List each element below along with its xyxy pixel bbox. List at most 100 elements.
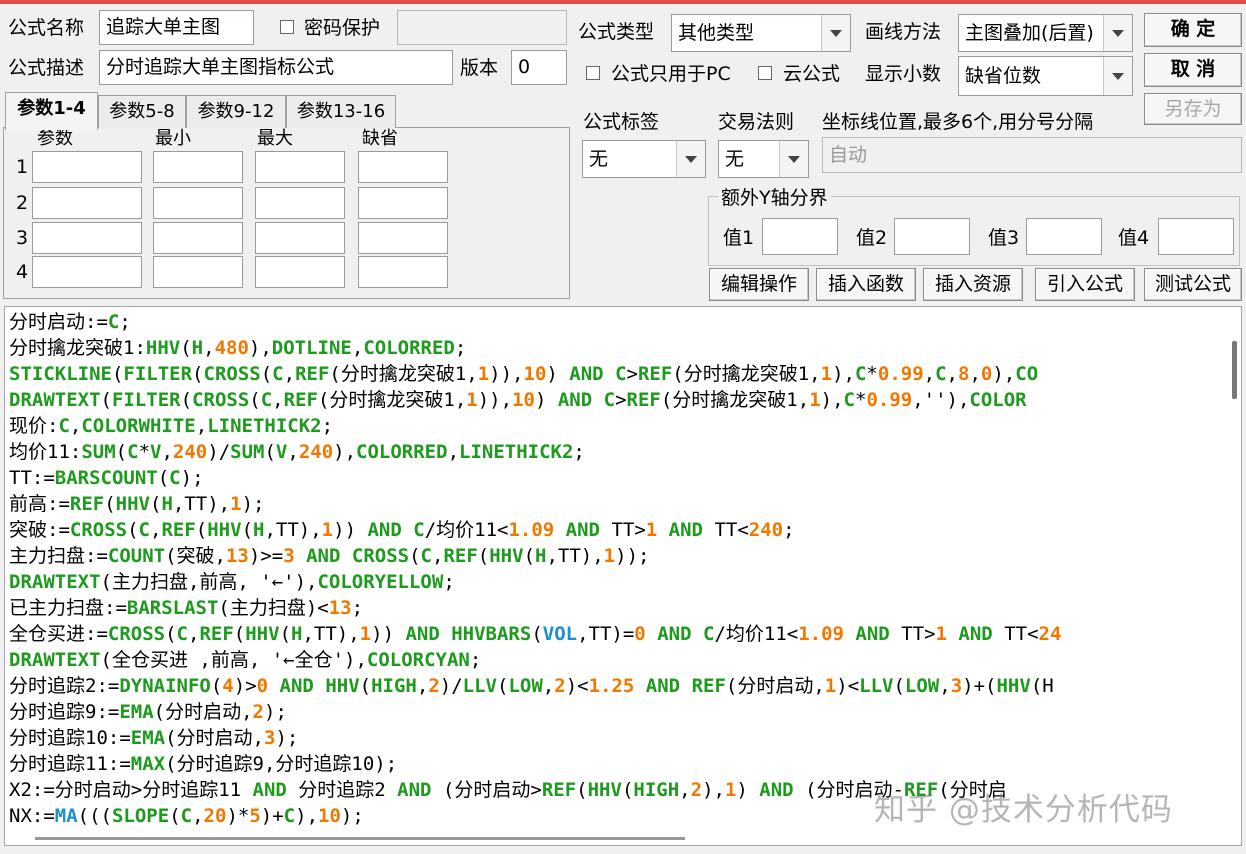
import-formula-button[interactable]: 引入公式	[1035, 268, 1135, 301]
password-checkbox[interactable]	[280, 20, 294, 34]
insert-resource-button[interactable]: 插入资源	[923, 268, 1023, 301]
yaxis-value2-input[interactable]	[894, 218, 970, 255]
code-line[interactable]: TT:=BARSCOUNT(C);	[9, 465, 204, 491]
code-text-token: ,TT),	[172, 493, 231, 515]
code-function-token: COUNT	[107, 545, 166, 567]
draw-method-select[interactable]: 主图叠加(后置)	[958, 14, 1133, 52]
code-line[interactable]: NX:=MA(((SLOPE(C,20)*5)+C),10);	[9, 803, 364, 829]
yaxis-value2-label: 值2	[856, 227, 888, 249]
tab-params-5-8[interactable]: 参数5-8	[98, 95, 186, 128]
param-max-input[interactable]	[255, 187, 345, 219]
code-line[interactable]: DRAWTEXT(FILTER(CROSS(C,REF(分时擒龙突破1,1)),…	[9, 387, 1027, 413]
param-default-input[interactable]	[358, 187, 448, 219]
save-as-button[interactable]: 另存为	[1144, 93, 1242, 125]
param-default-input[interactable]	[358, 151, 448, 183]
yaxis-value4-input[interactable]	[1158, 218, 1234, 255]
code-line[interactable]: X2:=分时启动>分时追踪11 AND 分时追踪2 AND (分时启动>REF(…	[9, 777, 1007, 803]
param-name-input[interactable]	[32, 222, 142, 254]
vertical-scrollbar[interactable]	[1232, 341, 1237, 399]
param-row-number: 3	[15, 227, 29, 249]
horizontal-scrollbar[interactable]	[35, 837, 685, 840]
code-text-token: )>=	[248, 545, 284, 567]
chevron-down-icon[interactable]	[1103, 57, 1132, 95]
param-max-input[interactable]	[255, 256, 345, 288]
code-function-token: HHV	[996, 675, 1031, 697]
tab-params-13-16[interactable]: 参数13-16	[286, 95, 396, 128]
code-line[interactable]: 现价:C,COLORWHITE,LINETHICK2;	[9, 413, 333, 439]
code-function-token: C	[854, 363, 867, 385]
code-line[interactable]: 均价11:SUM(C*V,240)/SUM(V,240),COLORRED,LI…	[9, 439, 585, 465]
code-line[interactable]: 全仓买进:=CROSS(C,REF(HHV(H,TT),1)) AND HHVB…	[9, 621, 1061, 647]
code-text-token: (	[169, 805, 181, 827]
code-function-token: AND	[569, 363, 604, 385]
pc-only-checkbox[interactable]	[586, 66, 600, 80]
code-line[interactable]: 分时追踪10:=EMA(分时启动,3);	[9, 725, 298, 751]
formula-name-input[interactable]: 追踪大单主图	[99, 10, 254, 45]
test-formula-button[interactable]: 测试公式	[1144, 268, 1242, 301]
code-number-token: 1	[809, 389, 821, 411]
code-line[interactable]: 分时追踪9:=EMA(分时启动,2);	[9, 699, 287, 725]
edit-operations-button[interactable]: 编辑操作	[709, 268, 809, 301]
code-text-token: (主力扫盘)<	[218, 597, 329, 619]
param-header-min: 最小	[155, 128, 191, 149]
formula-desc-input[interactable]: 分时追踪大单主图指标公式	[99, 50, 453, 85]
password-input[interactable]	[397, 10, 567, 45]
param-max-input[interactable]	[255, 151, 345, 183]
param-min-input[interactable]	[153, 151, 243, 183]
decimals-select[interactable]: 缺省位数	[958, 56, 1133, 96]
yaxis-value3-input[interactable]	[1026, 218, 1102, 255]
param-min-input[interactable]	[153, 187, 243, 219]
code-line[interactable]: 主力扫盘:=COUNT(突破,13)>=3 AND CROSS(C,REF(HH…	[9, 543, 649, 569]
tab-params-1-4[interactable]: 参数1-4	[5, 92, 98, 130]
param-name-input[interactable]	[32, 151, 142, 183]
trade-rule-select[interactable]: 无	[718, 140, 809, 178]
code-text-token: (	[359, 675, 372, 697]
code-function-token: C	[615, 363, 627, 385]
param-default-input[interactable]	[358, 256, 448, 288]
formula-type-select[interactable]: 其他类型	[671, 14, 851, 52]
param-name-input[interactable]	[32, 256, 142, 288]
tab-params-9-12[interactable]: 参数9-12	[186, 95, 286, 128]
code-text-token: (分时擒龙突破1,	[672, 363, 821, 385]
formula-code-editor[interactable]: 分时启动:=C; 分时擒龙突破1:HHV(H,480),DOTLINE,COLOR…	[4, 306, 1242, 846]
param-default-input[interactable]	[358, 222, 448, 254]
code-line[interactable]: 分时启动:=C;	[9, 309, 131, 335]
code-line[interactable]: STICKLINE(FILTER(CROSS(C,REF(分时擒龙突破1,1))…	[9, 361, 1038, 387]
code-line[interactable]: 已主力扫盘:=BARSLAST(主力扫盘)<13;	[9, 595, 363, 621]
param-max-input[interactable]	[255, 222, 345, 254]
chevron-down-icon[interactable]	[676, 141, 705, 177]
code-line[interactable]: 突破:=CROSS(C,REF(HHV(H,TT),1)) AND C/均价11…	[9, 517, 795, 543]
param-name-input[interactable]	[32, 187, 142, 219]
chevron-down-icon[interactable]	[779, 141, 808, 177]
chevron-down-icon[interactable]	[1103, 15, 1132, 51]
formula-tag-select[interactable]: 无	[582, 140, 706, 178]
code-text-token: ,	[432, 545, 444, 567]
param-min-input[interactable]	[153, 222, 243, 254]
param-row-number: 4	[15, 261, 29, 283]
ok-button[interactable]: 确 定	[1144, 13, 1242, 47]
code-text-token: >	[626, 363, 638, 385]
param-min-input[interactable]	[153, 256, 243, 288]
yaxis-value1-input[interactable]	[762, 218, 838, 255]
code-line[interactable]: 分时擒龙突破1:HHV(H,480),DOTLINE,COLORRED;	[9, 335, 466, 361]
chevron-down-icon[interactable]	[821, 15, 850, 51]
cloud-formula-checkbox[interactable]	[758, 66, 772, 80]
insert-function-button[interactable]: 插入函数	[816, 268, 916, 301]
code-line[interactable]: DRAWTEXT(全仓买进 ,前高, '←全仓'),COLORCYAN;	[9, 647, 481, 673]
coord-line-input[interactable]: 自动	[822, 137, 1242, 173]
version-input[interactable]: 0	[511, 50, 567, 85]
code-line[interactable]: 前高:=REF(HHV(H,TT),1);	[9, 491, 264, 517]
code-line[interactable]: 分时追踪11:=MAX(分时追踪9,分时追踪10);	[9, 751, 397, 777]
cancel-button[interactable]: 取 消	[1144, 53, 1242, 87]
code-text-token: ,TT),	[546, 545, 604, 567]
code-function-token: C	[260, 389, 273, 411]
cloud-formula-label: 云公式	[783, 63, 841, 85]
code-text-token: ;	[783, 519, 795, 541]
code-text-token: (分时启动,	[153, 701, 253, 723]
code-line[interactable]: DRAWTEXT(主力扫盘,前高, '←'),COLORYELLOW;	[9, 569, 455, 595]
code-line[interactable]: 分时追踪2:=DYNAINFO(4)>0 AND HHV(HIGH,2)/LLV…	[9, 673, 1054, 699]
